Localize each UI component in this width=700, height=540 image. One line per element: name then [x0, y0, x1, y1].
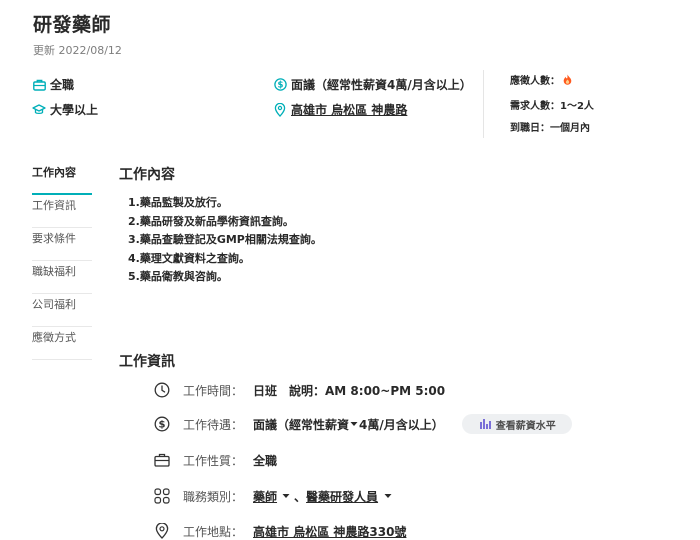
view-salary-level-button[interactable]: 查看薪資水平 — [461, 414, 572, 434]
description-line: 2.藥品研發及新品學術資訊查詢。 — [128, 214, 294, 228]
job-category-label: 職務類別： — [183, 489, 244, 504]
pay-value-prefix: 面議（經常性薪資 — [253, 417, 350, 432]
map-pin-icon — [154, 523, 170, 539]
briefcase-icon — [154, 452, 170, 468]
education-text: 大學以上 — [50, 103, 99, 117]
side-nav: 工作內容 工作資訊 要求條件 職缺福利 公司福利 應徵方式 — [32, 162, 92, 360]
applicants-label: 應徵人數： — [510, 76, 560, 87]
category-dropdown-caret[interactable] — [384, 493, 392, 499]
work-location-link[interactable]: 高雄市 烏松區 神農路330號 — [253, 523, 406, 540]
job-type-label: 工作性質： — [183, 453, 244, 468]
summary-divider — [483, 70, 484, 138]
graduation-cap-icon — [32, 103, 46, 117]
description-line: 1.藥品監製及放行。 — [128, 196, 228, 209]
updated-date: 更新 2022/08/12 — [33, 44, 122, 57]
description-line: 5.藥品衛教與咨詢。 — [128, 270, 228, 283]
fire-icon — [563, 74, 572, 85]
description-line: 4.藥理文獻資料之查詢。 — [128, 251, 250, 265]
view-salary-level-label: 查看薪資水平 — [495, 420, 556, 432]
summary-salary: $ 面議（經常性薪資4萬/月含以上） — [273, 76, 472, 93]
description-line: 3.藥品查驗登記及GMP相關法規查詢。 — [128, 233, 322, 246]
job-type-row: 工作性質： 全職 — [154, 450, 277, 470]
summary-job-type: 全職 — [32, 76, 74, 93]
briefcase-icon — [32, 78, 46, 92]
location-text[interactable]: 高雄市 烏松區 神農路 — [291, 101, 407, 118]
summary-location-link[interactable]: 高雄市 烏松區 神農路 — [273, 101, 407, 118]
page-title: 研發藥師 — [33, 14, 112, 36]
category-separator: 、 — [294, 489, 307, 504]
bar-chart-icon — [479, 419, 491, 429]
grid-icon — [154, 488, 170, 504]
work-hours-label: 工作時間： — [183, 383, 244, 398]
job-content-title: 工作內容 — [119, 167, 175, 183]
pay-label: 工作待遇： — [183, 417, 244, 432]
job-category-row: 職務類別： 藥師 、 醫藥研發人員 — [154, 486, 392, 506]
job-type-text: 全職 — [50, 78, 75, 92]
salary-dropdown-caret[interactable] — [350, 421, 358, 427]
nav-item-job-content[interactable]: 工作內容 — [32, 162, 92, 195]
map-pin-icon — [273, 102, 287, 117]
headcount: 需求人數：1～2人 — [510, 101, 594, 112]
nav-item-job-benefits[interactable]: 職缺福利 — [32, 261, 92, 294]
svg-text:$: $ — [277, 81, 283, 91]
work-location-label: 工作地點： — [183, 524, 244, 539]
category-dropdown-caret[interactable] — [282, 493, 290, 499]
salary-text: 面議（經常性薪資4萬/月含以上） — [291, 78, 472, 92]
nav-item-apply[interactable]: 應徵方式 — [32, 327, 92, 360]
work-hours-row: 工作時間： 日班 說明：AM 8:00~PM 5:00 — [154, 380, 445, 400]
work-location-row: 工作地點： 高雄市 烏松區 神農路330號 — [154, 521, 406, 540]
pay-value-suffix: 4萬/月含以上） — [359, 417, 444, 432]
applicants-count: 應徵人數： — [510, 72, 572, 87]
work-hours-value: 日班 說明：AM 8:00~PM 5:00 — [253, 383, 446, 398]
category-link-pharma-rd[interactable]: 醫藥研發人員 — [306, 488, 378, 505]
dollar-icon: $ — [154, 416, 170, 432]
job-info-title: 工作資訊 — [119, 354, 175, 370]
summary-education: 大學以上 — [32, 101, 98, 118]
clock-icon — [154, 382, 170, 398]
dollar-icon: $ — [273, 78, 287, 92]
job-description: 1.藥品監製及放行。 2.藥品研發及新品學術資訊查詢。 3.藥品查驗登記及GMP… — [128, 194, 322, 287]
category-link-pharmacist[interactable]: 藥師 — [253, 488, 277, 505]
svg-text:$: $ — [159, 419, 166, 430]
nav-item-requirements[interactable]: 要求條件 — [32, 228, 92, 261]
nav-item-job-info[interactable]: 工作資訊 — [32, 195, 92, 228]
job-type-value: 全職 — [253, 453, 278, 468]
pay-row: $ 工作待遇： 面議（經常性薪資 4萬/月含以上） 查看薪資水平 — [154, 414, 572, 434]
nav-item-company-benefits[interactable]: 公司福利 — [32, 294, 92, 327]
start-date: 到職日：一個月內 — [510, 123, 590, 134]
